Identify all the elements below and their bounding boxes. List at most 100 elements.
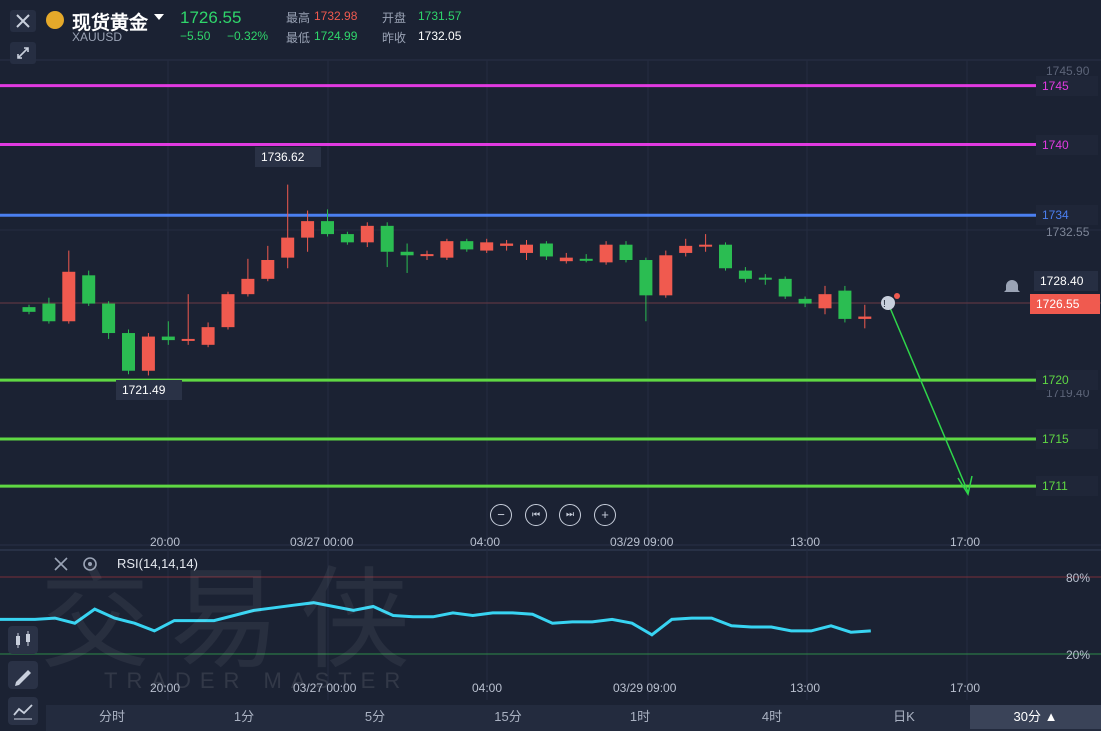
price-change-pct: −0.32% bbox=[227, 29, 269, 43]
time-tick: 03/27 00:00 bbox=[290, 535, 354, 549]
tab-timeframe[interactable]: 日K bbox=[864, 705, 944, 729]
indicator-settings-button[interactable] bbox=[80, 555, 100, 573]
current-price: 1726.55 bbox=[180, 8, 242, 27]
candle-body bbox=[340, 234, 354, 243]
candle-body bbox=[380, 225, 394, 252]
candle-body bbox=[599, 244, 613, 263]
tab-timeframe[interactable]: 分时 bbox=[72, 705, 152, 729]
candle-body bbox=[281, 237, 295, 258]
candle-body bbox=[679, 245, 693, 253]
high-label: 最高 bbox=[286, 11, 311, 25]
time-tick: 04:00 bbox=[470, 535, 501, 549]
prev-close-label: 昨收 bbox=[382, 31, 407, 45]
tab-timeframe[interactable]: 4时 bbox=[732, 705, 812, 729]
pencil-icon bbox=[15, 670, 31, 686]
candle-body bbox=[798, 298, 812, 304]
level-label-1720[interactable]: 1720 bbox=[1036, 370, 1098, 391]
candle-body bbox=[82, 275, 96, 304]
indicator-button[interactable] bbox=[8, 697, 38, 725]
line-chart-icon bbox=[13, 704, 33, 720]
candle-body bbox=[579, 258, 593, 261]
level-label-1740[interactable]: 1740 bbox=[1036, 134, 1098, 155]
low-price-marker: 1721.49 bbox=[116, 380, 182, 400]
candle-body bbox=[321, 221, 334, 235]
candlestick-icon bbox=[16, 631, 30, 648]
candle-body bbox=[420, 254, 434, 257]
rsi-label: RSI(14,14,14) bbox=[117, 556, 198, 571]
time-tick: 20:00 bbox=[150, 535, 181, 549]
candle-body bbox=[699, 244, 713, 247]
candle-body bbox=[480, 242, 494, 251]
time-tick: 20:00 bbox=[150, 681, 181, 695]
candle-body bbox=[619, 244, 633, 261]
low-label: 最低 bbox=[286, 31, 311, 45]
level-label-1745[interactable]: 1745 bbox=[1036, 75, 1098, 96]
tab-timeframe-selected[interactable]: 30分 ▲ bbox=[970, 705, 1101, 729]
zoom-in-button[interactable]: + bbox=[594, 504, 616, 526]
candle-body bbox=[102, 303, 116, 334]
candle-body bbox=[758, 277, 772, 280]
candle-body bbox=[141, 336, 155, 371]
alert-exclaim: ! bbox=[883, 299, 886, 310]
low-value: 1724.99 bbox=[314, 29, 358, 43]
time-tick: 03/29 09:00 bbox=[613, 681, 677, 695]
tab-timeframe[interactable]: 1时 bbox=[600, 705, 680, 729]
level-label-1711[interactable]: 1711 bbox=[1036, 476, 1098, 497]
gear-icon bbox=[83, 557, 97, 571]
gold-coin-icon bbox=[46, 11, 64, 29]
candle-body bbox=[719, 244, 732, 269]
candle-body bbox=[738, 270, 752, 279]
alert-dot bbox=[894, 293, 900, 299]
candle-body bbox=[639, 260, 653, 296]
tab-timeframe[interactable]: 5分 bbox=[335, 705, 415, 729]
candle-body bbox=[559, 257, 573, 262]
candle-body bbox=[122, 333, 135, 371]
candle-body bbox=[161, 336, 175, 341]
time-tick: 13:00 bbox=[790, 535, 821, 549]
candle-body bbox=[818, 294, 832, 309]
collapse-icon bbox=[17, 47, 29, 59]
open-value: 1731.57 bbox=[418, 9, 462, 23]
rsi-upper-label: 80% bbox=[1066, 571, 1091, 585]
candle-body bbox=[460, 241, 474, 250]
candle-body bbox=[181, 338, 195, 341]
candle-body bbox=[858, 316, 872, 319]
candle-body bbox=[539, 243, 553, 257]
rsi-lower-label: 20% bbox=[1066, 648, 1091, 662]
candle-body bbox=[778, 278, 792, 297]
time-tick: 04:00 bbox=[472, 681, 503, 695]
candle-body bbox=[201, 327, 215, 345]
time-tick: 17:00 bbox=[950, 681, 981, 695]
candle-type-button[interactable] bbox=[8, 626, 38, 654]
watermark-cn: 交易侠 bbox=[40, 556, 430, 684]
candle-body bbox=[261, 260, 275, 279]
candle-body bbox=[400, 251, 414, 256]
time-tick: 03/29 09:00 bbox=[610, 535, 674, 549]
close-button[interactable] bbox=[10, 10, 36, 32]
zoom-out-button[interactable]: − bbox=[490, 504, 512, 526]
level-label-1715[interactable]: 1715 bbox=[1036, 429, 1098, 450]
scroll-end-button[interactable]: ⏭ bbox=[559, 504, 581, 526]
axis-tick-mid: 1732.55 bbox=[1046, 225, 1090, 239]
scroll-start-button[interactable]: ⏮ bbox=[525, 504, 547, 526]
chevron-down-icon[interactable] bbox=[154, 14, 164, 20]
collapse-button[interactable] bbox=[10, 42, 36, 64]
tab-timeframe[interactable]: 1分 bbox=[204, 705, 284, 729]
close-indicator-button[interactable] bbox=[50, 555, 72, 573]
draw-tool-button[interactable] bbox=[8, 661, 38, 689]
candle-body bbox=[62, 271, 76, 322]
close-icon bbox=[16, 14, 30, 28]
bell-price-tag: 1728.40 bbox=[1034, 271, 1098, 291]
candle-body bbox=[838, 290, 852, 319]
level-label-1734[interactable]: 1734 bbox=[1036, 205, 1098, 226]
candle-body bbox=[659, 255, 673, 296]
tab-timeframe[interactable]: 15分 bbox=[468, 705, 548, 729]
high-value: 1732.98 bbox=[314, 9, 358, 23]
candle-body bbox=[22, 307, 36, 312]
close-icon bbox=[54, 557, 68, 571]
candle-body bbox=[241, 278, 255, 295]
prev-close-value: 1732.05 bbox=[418, 29, 462, 43]
instrument-symbol: XAUUSD bbox=[72, 30, 123, 44]
candle-body bbox=[221, 294, 235, 328]
candle-body bbox=[360, 225, 374, 243]
